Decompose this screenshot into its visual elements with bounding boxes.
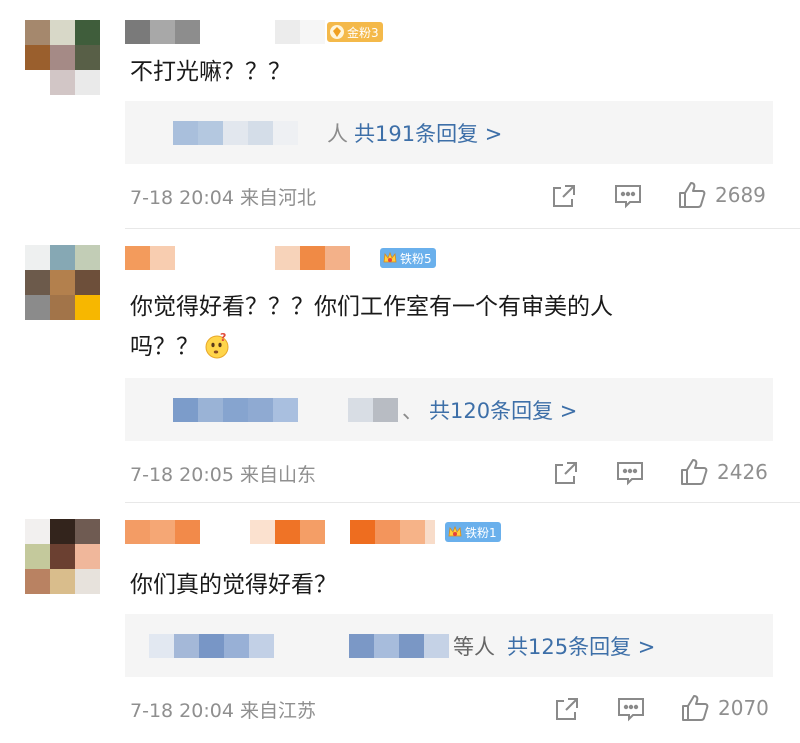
- like-button[interactable]: 2426: [679, 457, 768, 487]
- comment-button[interactable]: [614, 183, 642, 209]
- fan-badge[interactable]: 铁粉5: [380, 248, 436, 268]
- like-count: 2689: [715, 183, 766, 207]
- comment-icon: [618, 698, 644, 722]
- comment-text: 你们真的觉得好看？: [130, 572, 337, 598]
- reply-count-link[interactable]: 共125条回复 >: [507, 631, 655, 661]
- like-icon: [681, 459, 708, 485]
- reply-preview[interactable]: 人 共191条回复 >: [125, 101, 773, 164]
- like-button[interactable]: 2689: [677, 180, 766, 210]
- comment-meta: 7-18 20:04 来自河北: [130, 187, 316, 209]
- share-icon: [555, 462, 577, 484]
- badge-label: 铁粉5: [400, 251, 432, 266]
- share-button[interactable]: [554, 696, 580, 722]
- comment-item: 铁粉1 你们真的觉得好看？ 等人 共125条回复 > 7-18 20:04 来自…: [0, 503, 800, 743]
- avatar[interactable]: [25, 20, 100, 95]
- share-icon: [556, 698, 578, 720]
- avatar[interactable]: [25, 245, 100, 320]
- comment-button[interactable]: [616, 460, 644, 486]
- badge-crown-icon: [448, 525, 462, 537]
- thinking-face-icon: ?: [205, 332, 229, 359]
- share-button[interactable]: [553, 460, 579, 486]
- avatar[interactable]: [25, 519, 100, 594]
- like-button[interactable]: 2070: [680, 693, 769, 723]
- reply-count-link[interactable]: 共120条回复 >: [429, 395, 577, 425]
- comment-text-line: 吗？？ ?: [130, 327, 613, 367]
- like-icon: [682, 695, 709, 721]
- reply-users-suffix: 等人: [453, 634, 495, 659]
- share-icon: [553, 185, 575, 207]
- svg-text:?: ?: [220, 332, 226, 344]
- reply-users-suffix: 、: [402, 398, 423, 423]
- username[interactable]: 金粉3: [125, 19, 383, 45]
- reply-preview[interactable]: 等人 共125条回复 >: [125, 614, 773, 677]
- comment-item: 金粉3 不打光嘛？？？ 人 共191条回复 > 7-18 20:04 来自河北 …: [0, 0, 800, 228]
- comment-button[interactable]: [617, 696, 645, 722]
- comment-item: 铁粉5 你觉得好看？？？你们工作室有一个有审美的人 吗？？ ? 、 共120条回…: [0, 229, 800, 501]
- fan-badge[interactable]: 金粉3: [327, 22, 383, 42]
- comment-icon: [617, 462, 643, 486]
- like-count: 2426: [717, 460, 768, 484]
- reply-preview[interactable]: 、 共120条回复 >: [125, 378, 773, 441]
- comment-text: 不打光嘛？？？: [130, 59, 291, 85]
- comment-meta: 7-18 20:04 来自江苏: [130, 700, 316, 722]
- comment-text-tail: 吗？？: [130, 334, 199, 360]
- reply-users-suffix: 人: [327, 121, 348, 146]
- comment-meta: 7-18 20:05 来自山东: [130, 464, 316, 486]
- comment-icon: [615, 185, 641, 209]
- like-icon: [679, 182, 706, 208]
- username[interactable]: 铁粉5: [125, 245, 436, 271]
- comment-text-line: 你觉得好看？？？你们工作室有一个有审美的人: [130, 294, 613, 320]
- comment-text: 你觉得好看？？？你们工作室有一个有审美的人 吗？？ ?: [130, 287, 613, 367]
- share-button[interactable]: [551, 183, 577, 209]
- badge-crown-icon: [383, 251, 397, 263]
- like-count: 2070: [718, 696, 769, 720]
- fan-badge[interactable]: 铁粉1: [445, 522, 501, 542]
- badge-label: 金粉3: [347, 25, 379, 40]
- badge-gem-icon: [330, 25, 344, 39]
- badge-label: 铁粉1: [465, 525, 497, 540]
- reply-count-link[interactable]: 共191条回复 >: [354, 118, 502, 148]
- username[interactable]: 铁粉1: [125, 519, 501, 545]
